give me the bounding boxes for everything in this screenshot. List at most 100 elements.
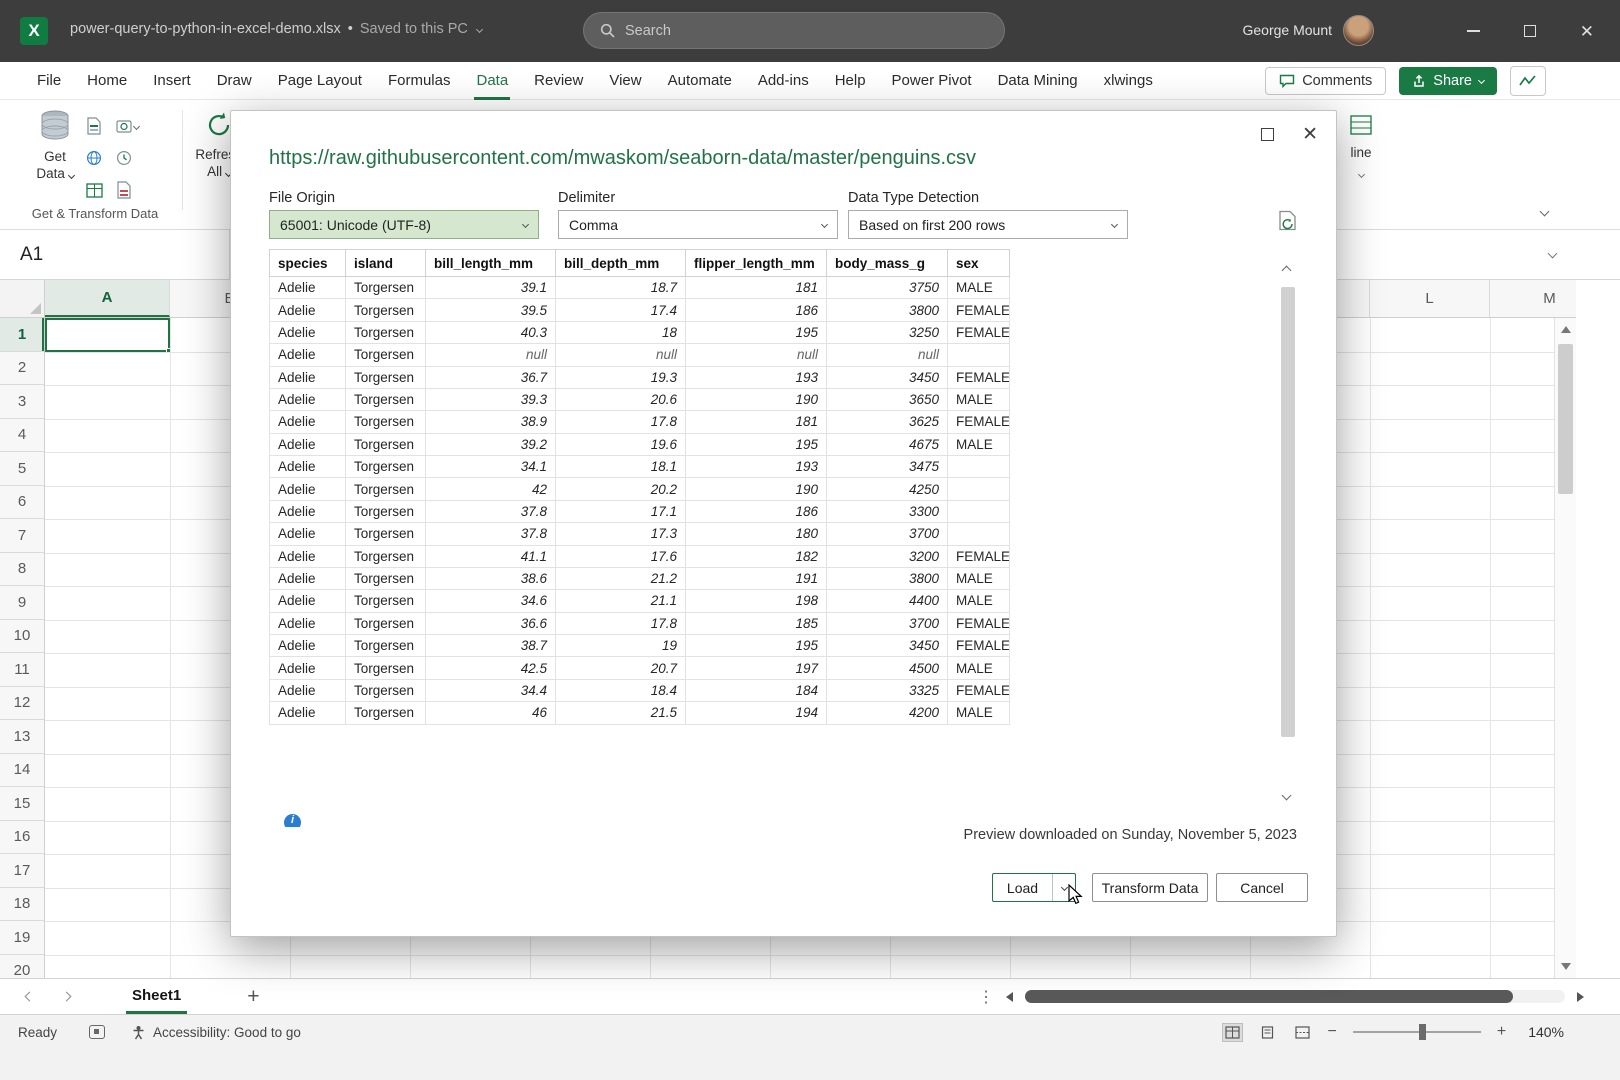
row-header-7[interactable]: 7 <box>0 519 44 553</box>
row-header-6[interactable]: 6 <box>0 486 44 520</box>
column-header-L[interactable]: L <box>1370 280 1490 317</box>
data-type-detection-dropdown[interactable]: Based on first 200 rows <box>848 210 1128 239</box>
zoom-in-button[interactable]: + <box>1497 1023 1506 1041</box>
row-header-11[interactable]: 11 <box>0 653 44 687</box>
menu-tab-data-mining[interactable]: Data Mining <box>985 62 1091 100</box>
outline-chevron-icon <box>1357 171 1364 178</box>
row-header-1[interactable]: 1 <box>0 318 44 352</box>
close-icon[interactable]: ✕ <box>1580 23 1594 40</box>
row-header-19[interactable]: 19 <box>0 921 44 955</box>
from-table-range-button[interactable] <box>86 174 116 206</box>
scroll-up-icon[interactable] <box>1561 326 1571 333</box>
scroll-down-icon[interactable] <box>1561 963 1571 970</box>
zoom-level[interactable]: 140% <box>1528 1024 1564 1040</box>
menu-tab-home[interactable]: Home <box>74 62 140 100</box>
page-break-view-button[interactable] <box>1293 1024 1312 1041</box>
minimize-icon[interactable] <box>1467 30 1480 32</box>
get-data-button[interactable]: Get Data <box>28 110 82 183</box>
sheet-vertical-scrollbar[interactable] <box>1554 318 1576 978</box>
menu-tab-review[interactable]: Review <box>521 62 596 100</box>
preview-scroll-down-icon[interactable] <box>1282 791 1292 801</box>
next-sheet-icon[interactable] <box>62 992 72 1002</box>
existing-connections-button[interactable] <box>116 174 150 206</box>
row-header-20[interactable]: 20 <box>0 955 44 979</box>
row-header-18[interactable]: 18 <box>0 888 44 922</box>
maximize-icon[interactable] <box>1524 25 1536 37</box>
horizontal-scrollbar[interactable] <box>1025 990 1565 1003</box>
user-name[interactable]: George Mount <box>1243 22 1333 38</box>
horizontal-scroll-thumb[interactable] <box>1025 990 1513 1003</box>
menu-tab-formulas[interactable]: Formulas <box>375 62 464 100</box>
menu-tab-add-ins[interactable]: Add-ins <box>745 62 822 100</box>
menu-tab-xlwings[interactable]: xlwings <box>1091 62 1166 100</box>
add-sheet-button[interactable]: + <box>247 986 259 1007</box>
gridline-vertical <box>1490 318 1491 978</box>
dialog-close-icon[interactable]: ✕ <box>1302 125 1318 144</box>
scroll-right-icon[interactable] <box>1577 992 1584 1002</box>
row-header-13[interactable]: 13 <box>0 720 44 754</box>
accessibility-status[interactable]: Accessibility: Good to go <box>131 1025 301 1040</box>
row-header-4[interactable]: 4 <box>0 419 44 453</box>
from-web-button[interactable] <box>86 142 116 174</box>
row-header-9[interactable]: 9 <box>0 586 44 620</box>
outline-group-fragment[interactable]: line <box>1341 114 1381 180</box>
zoom-slider-thumb[interactable] <box>1419 1024 1426 1040</box>
menu-tab-file[interactable]: File <box>24 62 74 100</box>
zoom-out-button[interactable]: − <box>1328 1023 1337 1041</box>
menu-tab-page-layout[interactable]: Page Layout <box>265 62 375 100</box>
row-header-10[interactable]: 10 <box>0 620 44 654</box>
from-text-csv-button[interactable] <box>86 110 116 142</box>
menu-tab-help[interactable]: Help <box>822 62 879 100</box>
avatar[interactable] <box>1343 15 1374 46</box>
column-header-M[interactable]: M <box>1490 280 1576 317</box>
collapse-ribbon-chevron-icon[interactable] <box>1540 207 1550 217</box>
previous-sheet-icon[interactable] <box>25 992 35 1002</box>
menu-tab-data[interactable]: Data <box>463 62 521 100</box>
refresh-preview-button[interactable] <box>1277 210 1299 239</box>
sheet-tab-sheet1[interactable]: Sheet1 <box>118 979 195 1014</box>
tab-options-icon[interactable]: ⋮ <box>978 987 994 1007</box>
row-header-15[interactable]: 15 <box>0 787 44 821</box>
recent-sources-button[interactable] <box>116 142 150 174</box>
from-picture-button[interactable] <box>116 110 150 142</box>
row-header-17[interactable]: 17 <box>0 854 44 888</box>
row-header-5[interactable]: 5 <box>0 452 44 486</box>
name-box[interactable]: A1 <box>0 230 230 280</box>
row-header-2[interactable]: 2 <box>0 352 44 386</box>
zoom-slider[interactable] <box>1353 1031 1481 1033</box>
preview-scroll-thumb[interactable] <box>1281 287 1295 737</box>
menu-tab-draw[interactable]: Draw <box>204 62 265 100</box>
macro-record-icon[interactable] <box>89 1025 105 1039</box>
row-header-8[interactable]: 8 <box>0 553 44 587</box>
search-input[interactable]: Search <box>583 12 1005 49</box>
dialog-maximize-icon[interactable] <box>1261 128 1274 141</box>
scroll-left-icon[interactable] <box>1006 992 1013 1002</box>
row-header-16[interactable]: 16 <box>0 821 44 855</box>
menu-tab-power-pivot[interactable]: Power Pivot <box>879 62 985 100</box>
comments-button[interactable]: Comments <box>1265 67 1386 95</box>
menu-tab-view[interactable]: View <box>596 62 654 100</box>
saved-status-chevron-icon[interactable] <box>476 25 483 32</box>
row-header-14[interactable]: 14 <box>0 754 44 788</box>
excel-logo-icon[interactable]: X <box>20 17 48 45</box>
page-layout-view-button[interactable] <box>1258 1024 1277 1041</box>
delimiter-dropdown[interactable]: Comma <box>558 210 838 239</box>
select-all-corner[interactable] <box>0 280 45 317</box>
formula-bar-expand-chevron-icon[interactable] <box>1548 249 1558 259</box>
preview-scroll-up-icon[interactable] <box>1282 266 1292 276</box>
menu-tab-automate[interactable]: Automate <box>655 62 745 100</box>
transform-data-button[interactable]: Transform Data <box>1092 873 1208 902</box>
normal-view-button[interactable] <box>1223 1024 1242 1041</box>
editing-mode-button[interactable] <box>1510 66 1546 96</box>
row-header-12[interactable]: 12 <box>0 687 44 721</box>
menu-tab-insert[interactable]: Insert <box>140 62 204 100</box>
cancel-button[interactable]: Cancel <box>1216 873 1308 902</box>
row-header-3[interactable]: 3 <box>0 385 44 419</box>
file-origin-dropdown[interactable]: 65001: Unicode (UTF-8) <box>269 210 539 239</box>
load-button[interactable]: Load <box>993 874 1053 901</box>
saved-status[interactable]: Saved to this PC <box>360 21 468 37</box>
share-button[interactable]: Share <box>1399 67 1497 95</box>
vertical-scroll-thumb[interactable] <box>1558 344 1573 494</box>
column-header-A[interactable]: A <box>45 280 170 317</box>
preview-scrollbar[interactable] <box>1279 261 1297 807</box>
